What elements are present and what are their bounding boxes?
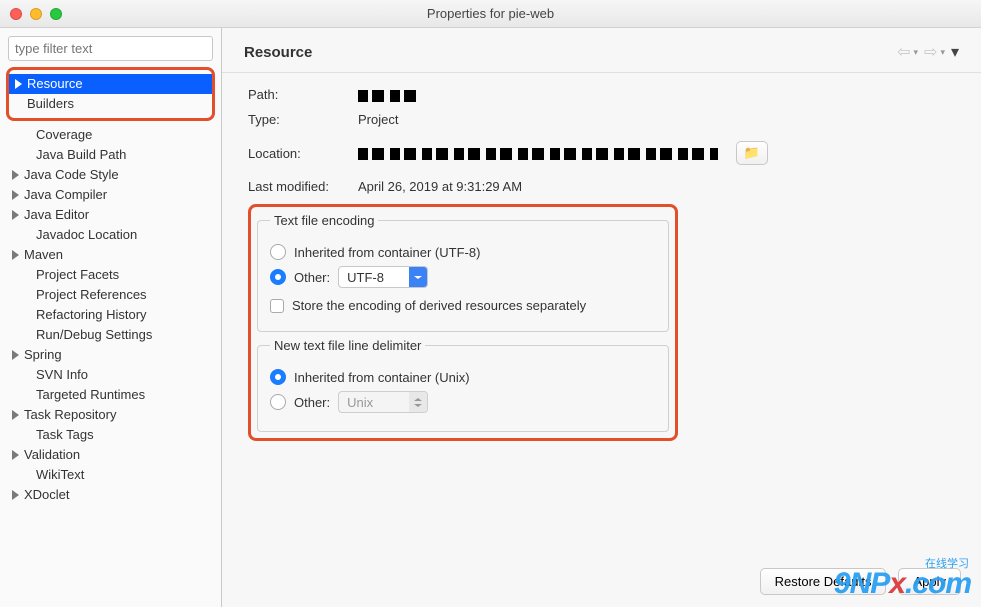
show-in-system-explorer-button[interactable]: 📁 (736, 141, 768, 165)
encoding-legend: Text file encoding (270, 213, 378, 228)
restore-defaults-button[interactable]: Restore Defaults (760, 568, 887, 595)
sidebar-item-spring[interactable]: Spring (6, 345, 215, 365)
sidebar-item-svn-info[interactable]: SVN Info (6, 365, 215, 385)
sidebar-item-targeted-runtimes[interactable]: Targeted Runtimes (6, 385, 215, 405)
encoding-select[interactable]: UTF-8 (338, 266, 428, 288)
store-derived-label: Store the encoding of derived resources … (292, 298, 586, 313)
sidebar-item-project-facets[interactable]: Project Facets (6, 265, 215, 285)
sidebar-item-coverage[interactable]: Coverage (6, 125, 215, 145)
sidebar-item-java-compiler[interactable]: Java Compiler (6, 185, 215, 205)
sidebar-item-java-build-path[interactable]: Java Build Path (6, 145, 215, 165)
last-modified-value: April 26, 2019 at 9:31:29 AM (358, 179, 522, 194)
sidebar: ResourceBuilders CoverageJava Build Path… (0, 28, 222, 607)
window-title: Properties for pie-web (0, 6, 981, 21)
store-derived-checkbox[interactable] (270, 299, 284, 313)
sidebar-item-refactoring-history[interactable]: Refactoring History (6, 305, 215, 325)
delimiter-select: Unix (338, 391, 428, 413)
back-icon[interactable]: ⇦ (897, 42, 910, 62)
delimiter-other-radio[interactable] (270, 394, 286, 410)
nav-arrows: ⇦▾ ⇨▾ ▾ (897, 42, 959, 62)
sidebar-item-project-references[interactable]: Project References (6, 285, 215, 305)
delimiter-select-value: Unix (339, 395, 409, 410)
titlebar: Properties for pie-web (0, 0, 981, 28)
path-label: Path: (248, 87, 358, 102)
path-value (358, 87, 418, 102)
forward-icon[interactable]: ⇨ (924, 42, 937, 62)
sidebar-item-maven[interactable]: Maven (6, 245, 215, 265)
forward-menu-icon[interactable]: ▾ (940, 47, 945, 58)
sidebar-item-wikitext[interactable]: WikiText (6, 465, 215, 485)
page-title: Resource (244, 44, 312, 61)
type-label: Type: (248, 112, 358, 127)
main-panel: Resource ⇦▾ ⇨▾ ▾ Path: Type: Project Loc… (222, 28, 981, 607)
sidebar-highlight-box: ResourceBuilders (6, 67, 215, 121)
encoding-other-label: Other: (294, 270, 330, 285)
location-label: Location: (248, 146, 358, 161)
back-menu-icon[interactable]: ▾ (914, 47, 919, 58)
type-value: Project (358, 112, 398, 127)
sidebar-item-task-tags[interactable]: Task Tags (6, 425, 215, 445)
chevron-down-icon (409, 267, 427, 287)
delimiter-other-label: Other: (294, 395, 330, 410)
updown-icon (409, 392, 427, 412)
sidebar-item-javadoc-location[interactable]: Javadoc Location (6, 225, 215, 245)
sidebar-item-task-repository[interactable]: Task Repository (6, 405, 215, 425)
last-modified-label: Last modified: (248, 179, 358, 194)
delimiter-group: New text file line delimiter Inherited f… (257, 338, 669, 432)
sidebar-item-java-code-style[interactable]: Java Code Style (6, 165, 215, 185)
apply-button[interactable]: Apply (898, 568, 961, 595)
delimiter-inherited-label: Inherited from container (Unix) (294, 370, 470, 385)
sidebar-item-builders[interactable]: Builders (9, 94, 212, 114)
location-value (358, 146, 718, 161)
delimiter-legend: New text file line delimiter (270, 338, 425, 353)
filter-input[interactable] (8, 36, 213, 61)
view-menu-icon[interactable]: ▾ (951, 42, 959, 62)
sidebar-item-resource[interactable]: Resource (9, 74, 212, 94)
encoding-inherited-radio[interactable] (270, 244, 286, 260)
encoding-group: Text file encoding Inherited from contai… (257, 213, 669, 332)
encoding-inherited-label: Inherited from container (UTF-8) (294, 245, 480, 260)
encoding-other-radio[interactable] (270, 269, 286, 285)
folder-arrow-icon: 📁 (744, 145, 760, 161)
settings-highlight-box: Text file encoding Inherited from contai… (248, 204, 678, 441)
sidebar-item-java-editor[interactable]: Java Editor (6, 205, 215, 225)
encoding-select-value: UTF-8 (339, 270, 409, 285)
sidebar-item-validation[interactable]: Validation (6, 445, 215, 465)
sidebar-item-xdoclet[interactable]: XDoclet (6, 485, 215, 505)
sidebar-item-run-debug-settings[interactable]: Run/Debug Settings (6, 325, 215, 345)
delimiter-inherited-radio[interactable] (270, 369, 286, 385)
